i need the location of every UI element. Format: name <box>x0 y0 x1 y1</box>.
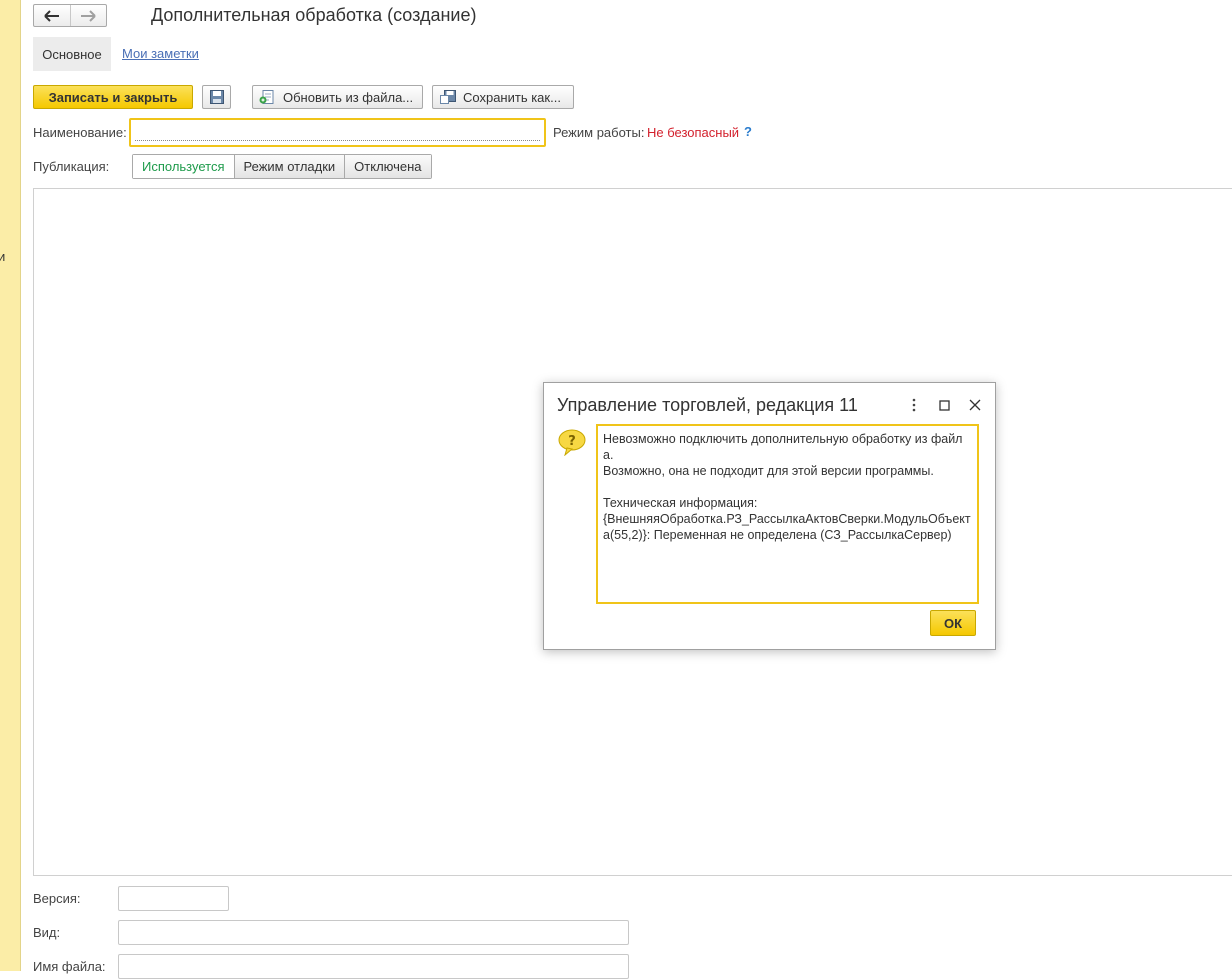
reload-from-file-button[interactable]: Обновить из файла... <box>252 85 423 109</box>
kind-field[interactable] <box>118 920 629 945</box>
write-and-close-button[interactable]: Записать и закрыть <box>33 85 193 109</box>
reload-from-file-icon <box>259 89 277 105</box>
publication-option-debug[interactable]: Режим отладки <box>233 155 345 178</box>
question-bubble-icon: ? <box>557 428 587 459</box>
back-button[interactable] <box>34 5 70 26</box>
left-side-panel: и <box>0 0 21 971</box>
dialog-message: Невозможно подключить дополнительную обр… <box>596 424 979 604</box>
version-field[interactable] <box>118 886 229 911</box>
save-button[interactable] <box>202 85 231 109</box>
kind-label: Вид: <box>33 925 61 940</box>
close-icon[interactable] <box>966 396 984 414</box>
error-dialog: Управление торговлей, редакция 11 ? Нево… <box>543 382 996 650</box>
help-question-icon[interactable]: ? <box>744 124 752 139</box>
tab-my-notes[interactable]: Мои заметки <box>122 46 199 61</box>
dialog-title: Управление торговлей, редакция 11 <box>557 395 858 415</box>
arrow-right-icon <box>81 9 96 22</box>
filename-field[interactable] <box>118 954 629 979</box>
name-input[interactable] <box>129 118 546 147</box>
publication-option-used[interactable]: Используется <box>133 155 234 178</box>
filename-label: Имя файла: <box>33 959 106 974</box>
mode-label: Режим работы: <box>553 125 645 140</box>
more-vertical-icon[interactable] <box>905 396 923 414</box>
page-title: Дополнительная обработка (создание) <box>151 5 477 25</box>
save-as-icon <box>439 89 457 105</box>
save-as-label: Сохранить как... <box>463 89 561 105</box>
side-panel-letter: и <box>0 249 6 264</box>
version-label: Версия: <box>33 891 81 906</box>
publication-switch: Используется Режим отладки Отключена <box>132 154 432 179</box>
publication-label: Публикация: <box>33 159 110 174</box>
arrow-left-icon <box>44 9 59 22</box>
reload-from-file-label: Обновить из файла... <box>283 89 414 105</box>
maximize-icon[interactable] <box>935 396 953 414</box>
floppy-disk-icon <box>209 90 224 104</box>
navigation-buttons <box>33 4 107 27</box>
tab-main[interactable]: Основное <box>33 37 111 71</box>
svg-text:?: ? <box>568 434 576 449</box>
forward-button[interactable] <box>69 5 107 26</box>
name-label: Наименование: <box>33 125 127 140</box>
save-as-button[interactable]: Сохранить как... <box>432 85 574 109</box>
ok-button[interactable]: ОК <box>930 610 976 636</box>
publication-option-disabled[interactable]: Отключена <box>344 155 431 178</box>
mode-value-link[interactable]: Не безопасный <box>647 125 739 140</box>
